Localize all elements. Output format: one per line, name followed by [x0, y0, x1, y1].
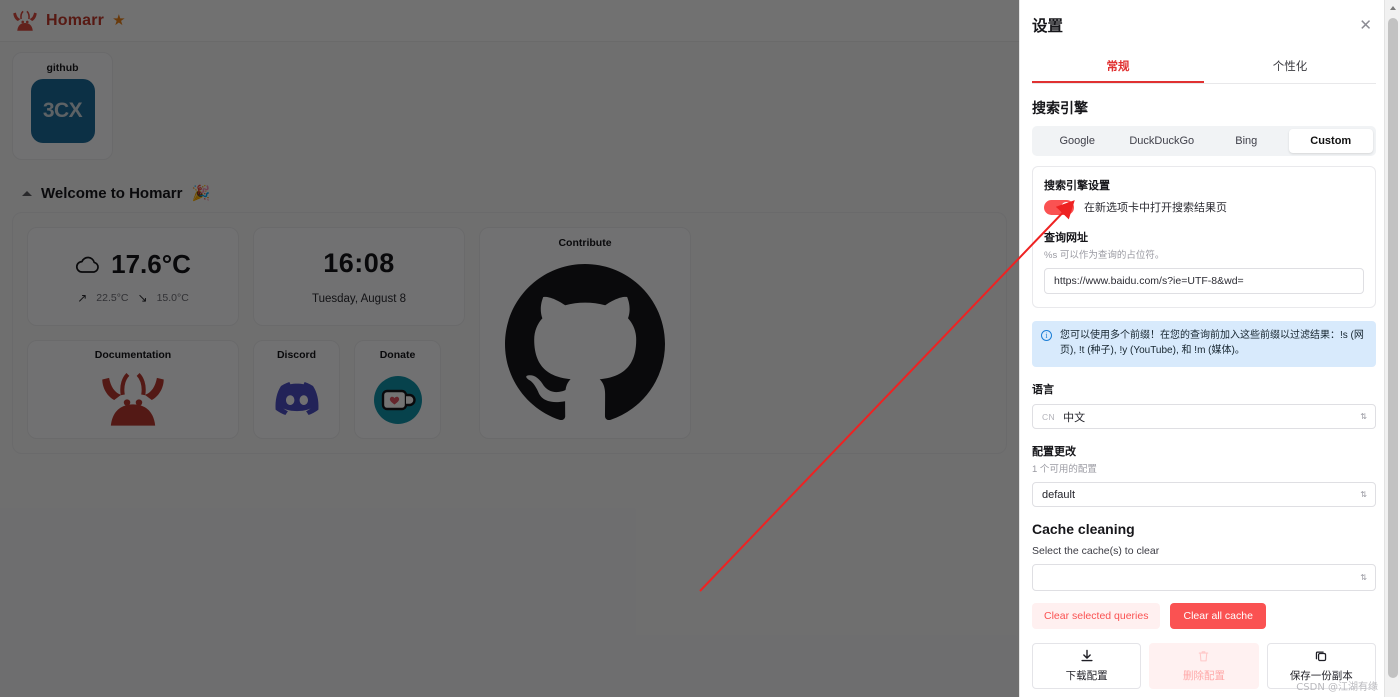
weather-temperature: 17.6°C — [111, 248, 191, 279]
app-tile-label: github — [46, 62, 79, 74]
weather-widget[interactable]: 17.6°C ↗ 22.5°C ↘ 15.0°C — [27, 227, 239, 326]
section-header[interactable]: Welcome to Homarr 🎉 — [22, 184, 1007, 202]
drawer-header: 设置 ✕ — [1032, 12, 1376, 36]
close-icon[interactable]: ✕ — [1357, 18, 1374, 33]
config-select[interactable]: default ⇅ — [1032, 482, 1376, 507]
homarr-crab-logo[interactable] — [12, 10, 38, 32]
language-label: 语言 — [1032, 384, 1054, 396]
config-help: 1 个可用的配置 — [1032, 464, 1097, 475]
delete-config-button[interactable]: 删除配置 — [1149, 643, 1259, 689]
query-url-value: https://www.baidu.com/s?ie=UTF-8&wd= — [1054, 275, 1244, 287]
segment-custom[interactable]: Custom — [1288, 129, 1373, 153]
trash-icon — [1199, 651, 1209, 662]
settings-drawer: 设置 ✕ 常规 个性化 搜索引擎 Google DuckDuckGo Bing … — [1019, 0, 1400, 697]
arrow-down-right-icon: ↘ — [137, 290, 148, 305]
dashboard-board: github 3CX Welcome to Homarr 🎉 17.6°C ↗ … — [0, 42, 1019, 454]
language-select[interactable]: CN 中文 ⇅ — [1032, 404, 1376, 429]
screenshot-root: Homarr ★ github 3CX Welcome to Homarr 🎉 — [0, 0, 1400, 697]
chevron-updown-icon[interactable]: ⇅ — [1360, 412, 1367, 420]
scrollbar-thumb[interactable] — [1388, 18, 1398, 678]
chevron-up-icon[interactable] — [22, 190, 32, 196]
drawer-tabs: 常规 个性化 — [1032, 50, 1376, 84]
cache-select[interactable]: ⇅ — [1032, 564, 1376, 591]
new-tab-toggle-row: 在新选项卡中打开搜索结果页 — [1044, 199, 1364, 215]
segment-google[interactable]: Google — [1035, 129, 1120, 153]
query-url-label: 查询网址 — [1044, 232, 1088, 244]
widgets-row-bottom: Documentation Discord Donate — [27, 340, 465, 439]
tile-label-documentation: Documentation — [94, 349, 172, 361]
widgets-column: 17.6°C ↗ 22.5°C ↘ 15.0°C 16:08 Tuesday, … — [27, 227, 465, 439]
tile-label-contribute: Contribute — [558, 237, 612, 249]
section-body: 17.6°C ↗ 22.5°C ↘ 15.0°C 16:08 Tuesday, … — [12, 212, 1007, 454]
homarr-crab-icon — [95, 361, 171, 438]
scroll-up-arrow-icon[interactable] — [1385, 0, 1400, 16]
cloud-icon — [76, 256, 99, 273]
app-tile-github[interactable]: github 3CX — [12, 52, 113, 160]
copy-icon — [1316, 651, 1327, 662]
search-engine-heading: 搜索引擎 — [1032, 100, 1088, 116]
segment-duckduckgo[interactable]: DuckDuckGo — [1120, 129, 1205, 153]
cache-select-label: Select the cache(s) to clear — [1032, 545, 1160, 557]
tab-general[interactable]: 常规 — [1032, 50, 1204, 83]
language-value: 中文 — [1063, 411, 1086, 424]
download-config-button[interactable]: 下载配置 — [1032, 643, 1142, 689]
widgets-row-top: 17.6°C ↗ 22.5°C ↘ 15.0°C 16:08 Tuesday, … — [27, 227, 465, 326]
config-value: default — [1042, 488, 1076, 501]
panel-title: 搜索引擎设置 — [1044, 180, 1110, 192]
clear-all-cache-button[interactable]: Clear all cache — [1170, 603, 1266, 629]
cache-buttons: Clear selected queries Clear all cache — [1032, 603, 1376, 629]
tile-label-donate: Donate — [379, 349, 416, 361]
segment-bing[interactable]: Bing — [1204, 129, 1289, 153]
github-icon — [505, 249, 665, 438]
arrow-up-right-icon: ↗ — [77, 290, 88, 305]
download-icon — [1081, 649, 1093, 662]
tile-documentation[interactable]: Documentation — [27, 340, 239, 439]
homarr-dashboard: Homarr ★ github 3CX Welcome to Homarr 🎉 — [0, 0, 1019, 697]
download-config-label: 下载配置 — [1065, 670, 1108, 682]
star-icon[interactable]: ★ — [112, 13, 125, 28]
chevron-updown-icon[interactable]: ⇅ — [1360, 490, 1367, 498]
tile-discord[interactable]: Discord — [253, 340, 340, 439]
clock-widget[interactable]: 16:08 Tuesday, August 8 — [253, 227, 465, 326]
weather-current: 17.6°C — [75, 249, 191, 280]
clock-time: 16:08 — [323, 248, 395, 278]
query-url-help: %s 可以作为查询的占位符。 — [1044, 250, 1165, 261]
clock-date: Tuesday, August 8 — [312, 293, 406, 305]
page-scrollbar[interactable] — [1384, 0, 1400, 697]
weather-max: 22.5°C — [96, 291, 129, 304]
prefix-info-alert: i 您可以使用多个前缀！在您的查询前加入这些前缀以过滤结果：!s (网页), !… — [1032, 321, 1376, 367]
info-circle-icon: i — [1041, 330, 1052, 341]
language-country-code: CN — [1042, 411, 1056, 422]
tab-customization[interactable]: 个性化 — [1204, 50, 1376, 83]
prefix-info-text: 您可以使用多个前缀！在您的查询前加入这些前缀以过滤结果：!s (网页), !t … — [1060, 330, 1364, 356]
weather-range: ↗ 22.5°C ↘ 15.0°C — [77, 291, 189, 305]
drawer-title: 设置 — [1032, 18, 1064, 35]
query-url-input[interactable]: https://www.baidu.com/s?ie=UTF-8&wd= — [1044, 268, 1364, 294]
app-tile-logo-text: 3CX — [42, 99, 83, 122]
cache-cleaning-heading: Cache cleaning — [1032, 521, 1135, 537]
search-engine-settings-panel: 搜索引擎设置 在新选项卡中打开搜索结果页 查询网址 %s 可以作为查询的占位符。… — [1032, 166, 1376, 308]
section-title: Welcome to Homarr — [41, 184, 183, 202]
open-in-new-tab-toggle[interactable] — [1044, 199, 1074, 215]
app-tile-logo: 3CX — [30, 79, 95, 143]
brand-title: Homarr — [46, 11, 105, 29]
ko-fi-cup-icon — [373, 361, 423, 438]
clear-selected-queries-button[interactable]: Clear selected queries — [1032, 603, 1161, 629]
config-label: 配置更改 — [1032, 446, 1076, 458]
weather-min: 15.0°C — [156, 291, 189, 304]
tile-label-discord: Discord — [276, 349, 317, 361]
chevron-updown-icon[interactable]: ⇅ — [1360, 573, 1367, 581]
tile-donate[interactable]: Donate — [354, 340, 441, 439]
watermark: CSDN @江湖有缘 — [1296, 682, 1378, 693]
discord-icon — [273, 361, 321, 438]
delete-config-label: 删除配置 — [1182, 670, 1225, 682]
open-in-new-tab-label: 在新选项卡中打开搜索结果页 — [1084, 202, 1227, 214]
search-engine-selector: Google DuckDuckGo Bing Custom — [1032, 126, 1376, 156]
app-topbar: Homarr ★ — [0, 0, 1019, 42]
tile-contribute[interactable]: Contribute — [479, 227, 691, 439]
party-popper-icon: 🎉 — [191, 185, 211, 202]
